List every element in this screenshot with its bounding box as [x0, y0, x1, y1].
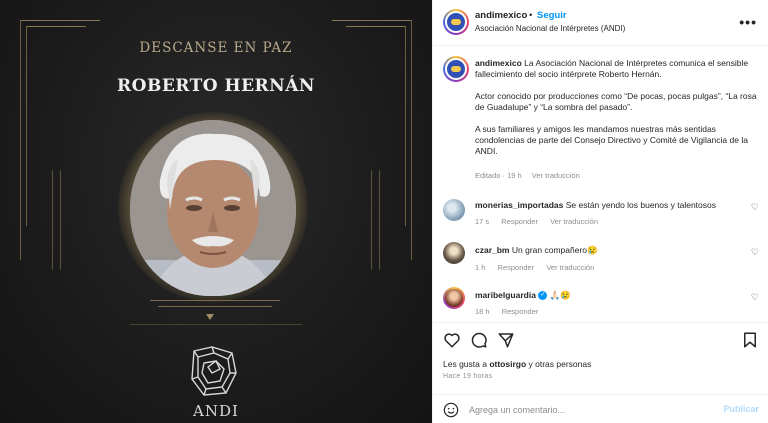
post-image[interactable]: DESCANSE EN PAZ ROBERTO HERNÁN ANDI: [0, 0, 432, 423]
publish-button[interactable]: Publicar: [723, 404, 759, 414]
frame-line: [20, 20, 21, 260]
verified-badge-icon: ✓: [538, 291, 548, 301]
divider: [150, 300, 280, 301]
comment-text: 🙏🏻😢: [549, 290, 571, 300]
post-sidebar: andimexico • Seguir Asociación Nacional …: [432, 0, 768, 423]
comment-meta: 18 h Responder: [475, 307, 548, 316]
like-heart-icon[interactable]: [443, 331, 461, 349]
separator-dot: •: [529, 10, 533, 21]
portrait-photo: [130, 120, 296, 296]
frame-line: [26, 26, 27, 226]
andi-logo-icon: [191, 346, 237, 396]
like-comment-heart-icon[interactable]: ♡: [751, 292, 759, 303]
edited-label: Editado · 19 h: [475, 171, 522, 180]
action-bar: [433, 322, 768, 356]
commenter-username[interactable]: maribelguardia: [475, 290, 536, 300]
see-translation-link[interactable]: Ver traducción: [550, 217, 598, 226]
caption-meta: Editado · 19 h Ver traducción: [475, 171, 588, 180]
account-username[interactable]: andimexico: [475, 10, 527, 21]
person-name: ROBERTO HERNÁN: [117, 76, 315, 96]
comment-text: Un gran compañero😢: [511, 245, 598, 255]
commenter-avatar[interactable]: [443, 199, 465, 221]
comment-input[interactable]: [469, 402, 709, 418]
save-bookmark-icon[interactable]: [741, 331, 759, 349]
likes-summary[interactable]: Les gusta a ottosirgo y otras personas: [443, 359, 591, 369]
frame-line: [411, 20, 412, 260]
andi-logo-text: ANDI: [193, 402, 239, 420]
account-subtitle[interactable]: Asociación Nacional de Intérpretes (ANDI…: [475, 24, 625, 33]
post-header: andimexico • Seguir Asociación Nacional …: [433, 0, 768, 46]
reply-button[interactable]: Responder: [501, 217, 538, 226]
likes-suffix[interactable]: y otras personas: [529, 359, 592, 369]
see-translation-link[interactable]: Ver traducción: [532, 171, 580, 180]
follow-button[interactable]: Seguir: [537, 10, 567, 21]
caption-username[interactable]: andimexico: [475, 58, 522, 68]
commenter-avatar[interactable]: [443, 287, 465, 309]
likes-user[interactable]: ottosirgo: [489, 359, 526, 369]
comment-meta: 17 s Responder Ver traducción: [475, 217, 608, 226]
emoji-icon[interactable]: [443, 402, 459, 418]
comment-body: czar_bm Un gran compañero😢: [475, 245, 745, 256]
divider: [130, 324, 302, 325]
rip-title: DESCANSE EN PAZ: [139, 40, 293, 56]
caption-text-3: A sus familiares y amigos les mandamos n…: [475, 124, 748, 156]
caption-text-2: Actor conocido por producciones como “De…: [475, 91, 757, 112]
triangle-ornament-icon: [206, 314, 214, 320]
divider: [158, 306, 272, 307]
like-comment-heart-icon[interactable]: ♡: [751, 247, 759, 258]
frame-line: [371, 170, 372, 270]
comment-meta: 1 h Responder Ver traducción: [475, 263, 604, 272]
see-translation-link[interactable]: Ver traducción: [546, 263, 594, 272]
likes-prefix: Les gusta a: [443, 359, 487, 369]
commenter-username[interactable]: czar_bm: [475, 245, 510, 255]
commenter-avatar[interactable]: [443, 242, 465, 264]
account-avatar[interactable]: [443, 9, 469, 35]
frame-line: [60, 170, 61, 270]
post-caption: andimexico La Asociación Nacional de Int…: [475, 58, 761, 168]
reply-button[interactable]: Responder: [502, 307, 539, 316]
commenter-username[interactable]: monerias_importadas: [475, 200, 563, 210]
reply-button[interactable]: Responder: [498, 263, 535, 272]
share-send-icon[interactable]: [497, 331, 515, 349]
frame-line: [52, 170, 53, 270]
comment-body: monerias_importadas Se están yendo los b…: [475, 200, 745, 210]
comment-time: 18 h: [475, 307, 490, 316]
more-options-icon[interactable]: •••: [739, 14, 757, 30]
frame-line: [379, 170, 380, 270]
comment-time: 1 h: [475, 263, 486, 272]
comment-time: 17 s: [475, 217, 490, 226]
like-comment-heart-icon[interactable]: ♡: [751, 202, 759, 213]
comment-bubble-icon[interactable]: [470, 331, 488, 349]
comment-text: Se están yendo los buenos y talentosos: [565, 200, 716, 210]
comment-body: maribelguardia ✓ 🙏🏻😢: [475, 290, 745, 301]
add-comment-bar: Publicar: [433, 394, 768, 423]
frame-line: [405, 26, 406, 226]
post-time: Hace 19 horas: [443, 373, 493, 380]
caption-avatar[interactable]: [443, 56, 469, 82]
